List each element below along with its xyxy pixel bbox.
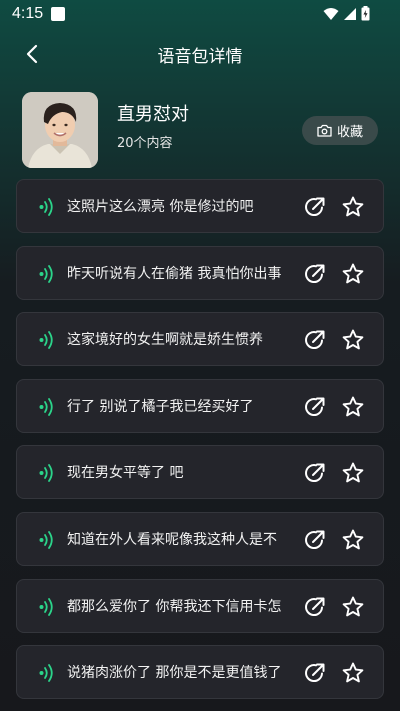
list-item[interactable]: 这照片这么漂亮 你是修过的吧 bbox=[16, 179, 384, 233]
status-icons bbox=[323, 6, 370, 21]
page-title: 语音包详情 bbox=[157, 47, 243, 67]
list-item[interactable]: 行了 别说了橘子我已经买好了 bbox=[16, 378, 384, 433]
sound-wave-icon bbox=[39, 464, 53, 483]
sound-wave-icon bbox=[39, 664, 53, 683]
share-icon[interactable] bbox=[303, 262, 327, 286]
sound-wave-icon bbox=[39, 397, 53, 416]
wifi-icon bbox=[323, 7, 339, 20]
avatar bbox=[22, 92, 98, 168]
star-icon[interactable] bbox=[341, 528, 365, 552]
share-icon[interactable] bbox=[303, 528, 327, 552]
star-icon[interactable] bbox=[341, 661, 365, 685]
sound-wave-icon bbox=[39, 331, 53, 350]
pack-count: 20个内容 bbox=[117, 136, 173, 151]
camera-icon bbox=[317, 124, 332, 137]
voice-list: 这照片这么漂亮 你是修过的吧 昨天听说有人在偷猪 我真怕你出事 这家境好的女生啊… bbox=[16, 179, 384, 711]
list-item[interactable]: 说猪肉涨价了 那你是不是更值钱了 bbox=[16, 645, 384, 700]
sound-wave-icon bbox=[39, 198, 53, 216]
pack-info: 直男怼对 20个内容 收藏 bbox=[22, 92, 382, 168]
star-icon[interactable] bbox=[341, 595, 365, 619]
signal-icon bbox=[344, 7, 356, 20]
pack-name: 直男怼对 bbox=[117, 104, 189, 125]
list-item[interactable]: 都那么爱你了 你帮我还下信用卡怎 bbox=[16, 578, 384, 633]
list-item[interactable]: 这家境好的女生啊就是娇生惯养 bbox=[16, 312, 384, 367]
share-icon[interactable] bbox=[303, 328, 327, 352]
sound-wave-icon bbox=[39, 597, 53, 616]
favorite-label: 收藏 bbox=[336, 125, 363, 140]
notification-icon bbox=[51, 7, 66, 21]
item-text: 说猪肉涨价了 那你是不是更值钱了 bbox=[67, 665, 282, 682]
status-time: 4:15 bbox=[12, 5, 44, 22]
star-icon[interactable] bbox=[341, 328, 365, 352]
share-icon[interactable] bbox=[303, 195, 327, 219]
star-icon[interactable] bbox=[341, 395, 365, 419]
item-text: 这照片这么漂亮 你是修过的吧 bbox=[67, 199, 254, 215]
sound-wave-icon bbox=[39, 264, 53, 283]
star-icon[interactable] bbox=[341, 461, 365, 485]
battery-icon bbox=[361, 6, 370, 21]
favorite-button[interactable]: 收藏 bbox=[302, 116, 378, 145]
header: 语音包详情 bbox=[0, 34, 400, 74]
list-item[interactable]: 昨天听说有人在偷猪 我真怕你出事 bbox=[16, 245, 384, 300]
list-item[interactable]: 知道在外人看来呢像我这种人是不 bbox=[16, 511, 384, 566]
share-icon[interactable] bbox=[303, 595, 327, 619]
item-text: 昨天听说有人在偷猪 我真怕你出事 bbox=[67, 265, 282, 282]
share-icon[interactable] bbox=[303, 395, 327, 419]
item-text: 都那么爱你了 你帮我还下信用卡怎 bbox=[67, 598, 282, 615]
item-text: 行了 别说了橘子我已经买好了 bbox=[67, 398, 254, 415]
item-text: 现在男女平等了 吧 bbox=[67, 465, 184, 482]
sound-wave-icon bbox=[39, 531, 53, 549]
share-icon[interactable] bbox=[303, 461, 327, 485]
item-text: 知道在外人看来呢像我这种人是不 bbox=[67, 531, 277, 548]
status-bar: 4:15 bbox=[0, 0, 400, 28]
share-icon[interactable] bbox=[303, 661, 327, 685]
star-icon[interactable] bbox=[341, 262, 365, 286]
list-item[interactable]: 现在男女平等了 吧 bbox=[16, 445, 384, 500]
star-icon[interactable] bbox=[341, 195, 365, 219]
item-text: 这家境好的女生啊就是娇生惯养 bbox=[67, 332, 263, 349]
